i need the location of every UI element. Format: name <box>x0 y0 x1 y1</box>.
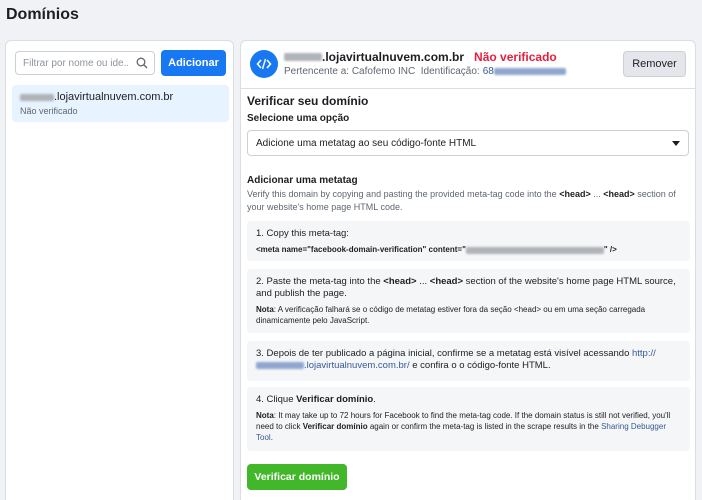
option-label: Selecione uma opção <box>247 113 350 124</box>
step-3: 3. Depois de ter publicado a página inic… <box>247 341 690 381</box>
search-input[interactable] <box>16 52 128 74</box>
step-text: . <box>373 394 376 405</box>
meta-tag-code[interactable]: <meta name="facebook-domain-verification… <box>256 244 681 256</box>
step-1: 1. Copy this meta-tag: <meta name="faceb… <box>247 221 690 261</box>
step-4-text: 4. Clique Verificar domínio. <box>256 394 681 406</box>
link-prefix: http:// <box>632 348 656 359</box>
step-bold: Verificar domínio <box>296 394 374 405</box>
note-text: again or confirm the meta-tag is listed … <box>367 422 602 431</box>
redacted-subdomain <box>284 53 322 61</box>
id-label: Identificação: <box>420 66 480 77</box>
domain-list-item-name: .lojavirtualnuvem.com.br <box>20 91 221 103</box>
step-2-note: Nota: A verificação falhará se o código … <box>256 304 681 326</box>
step-text: 3. Depois de ter publicado a página inic… <box>256 348 632 359</box>
step-text: e confira o o código-fonte HTML. <box>409 360 551 371</box>
owner-label: Pertencente a: <box>284 66 350 77</box>
detail-domain: .lojavirtualnuvem.com.br Não verificado <box>284 50 557 64</box>
owner-name: Cafofemo INC <box>351 66 416 77</box>
domain-detail-panel: .lojavirtualnuvem.com.br Não verificado … <box>240 40 696 500</box>
step-text: 4. Clique <box>256 394 297 405</box>
add-button[interactable]: Adicionar <box>161 50 226 76</box>
meta-tag-code-end: " /> <box>603 245 617 254</box>
id-value: 68 <box>482 66 494 77</box>
redacted-id <box>493 68 566 75</box>
step-4-note: Nota: It may take up to 72 hours for Fac… <box>256 410 681 443</box>
verification-method-select[interactable]: Adicione uma metatag ao seu código-fonte… <box>247 130 689 156</box>
search-icon <box>136 57 148 69</box>
step-2: 2. Paste the meta-tag into the <head> ..… <box>247 269 690 333</box>
domain-suffix: .lojavirtualnuvem.com.br <box>54 91 174 103</box>
note-label: Nota <box>256 411 274 420</box>
step-2-text: 2. Paste the meta-tag into the <head> ..… <box>256 276 681 300</box>
step-text: 2. Paste the meta-tag into the <box>256 276 384 287</box>
metatag-title: Adicionar uma metatag <box>247 175 358 186</box>
note-bold: Verificar domínio <box>302 422 368 431</box>
metatag-description: Verify this domain by copying and pastin… <box>247 188 687 214</box>
verify-section-title: Verificar seu domínio <box>247 94 369 108</box>
desc-head-tag: <head> <box>559 189 591 199</box>
detail-header: .lojavirtualnuvem.com.br Não verificado … <box>241 41 695 89</box>
redacted-content <box>465 246 604 254</box>
desc-text: ... <box>590 189 604 199</box>
domain-list-item-status: Não verificado <box>20 106 78 116</box>
redacted-subdomain <box>256 361 304 369</box>
step-1-text: 1. Copy this meta-tag: <box>256 228 349 239</box>
code-icon <box>250 50 278 78</box>
note-text: . <box>270 433 273 442</box>
detail-domain-suffix: .lojavirtualnuvem.com.br <box>322 50 465 64</box>
verify-domain-button[interactable]: Verificar domínio <box>247 464 347 490</box>
step-4: 4. Clique Verificar domínio. Nota: It ma… <box>247 387 690 451</box>
page-title: Domínios <box>6 6 79 23</box>
chevron-down-icon <box>672 140 680 146</box>
step-head-tag: <head> <box>383 276 417 287</box>
desc-head-tag: <head> <box>603 189 635 199</box>
detail-meta: Pertencente a: Cafofemo INC Identificaçã… <box>284 66 566 77</box>
domain-list-panel: Adicionar .lojavirtualnuvem.com.br Não v… <box>5 40 234 500</box>
meta-tag-code-start: <meta name="facebook-domain-verification… <box>256 245 466 254</box>
search-box[interactable] <box>15 51 155 75</box>
domain-list-item[interactable]: .lojavirtualnuvem.com.br Não verificado <box>12 85 229 122</box>
select-value: Adicione uma metatag ao seu código-fonte… <box>256 137 477 149</box>
link-suffix: .lojavirtualnuvem.com.br/ <box>304 360 410 371</box>
note-text: : A verificação falhará se o código de m… <box>256 305 646 325</box>
note-label: Nota <box>256 305 274 314</box>
redacted-subdomain <box>20 93 54 101</box>
step-head-tag: <head> <box>429 276 464 287</box>
status-badge: Não verificado <box>474 50 557 64</box>
step-text: ... <box>416 276 430 287</box>
desc-text: Verify this domain by copying and pastin… <box>247 189 560 199</box>
remove-button[interactable]: Remover <box>623 51 686 77</box>
